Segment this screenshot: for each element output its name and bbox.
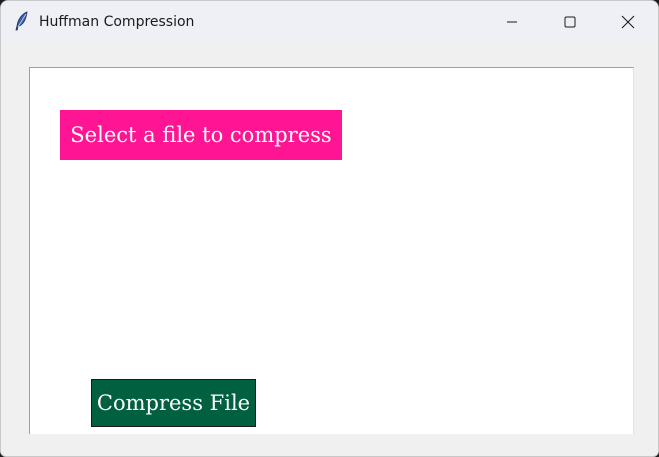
- close-icon: [621, 15, 635, 29]
- title-bar[interactable]: Huffman Compression: [1, 1, 658, 43]
- feather-icon: [14, 11, 30, 31]
- maximize-icon: [564, 16, 576, 28]
- window-content: Select a file to compress Compress File: [1, 43, 658, 456]
- app-window: Huffman Compression Select a file to com…: [0, 0, 659, 457]
- select-file-button[interactable]: Select a file to compress: [60, 110, 342, 160]
- maximize-button[interactable]: [541, 1, 599, 43]
- close-button[interactable]: [599, 1, 657, 43]
- main-canvas: Select a file to compress Compress File: [29, 67, 634, 434]
- compress-file-button[interactable]: Compress File: [91, 379, 256, 427]
- minimize-icon: [506, 16, 518, 28]
- window-title: Huffman Compression: [39, 14, 195, 30]
- minimize-button[interactable]: [483, 1, 541, 43]
